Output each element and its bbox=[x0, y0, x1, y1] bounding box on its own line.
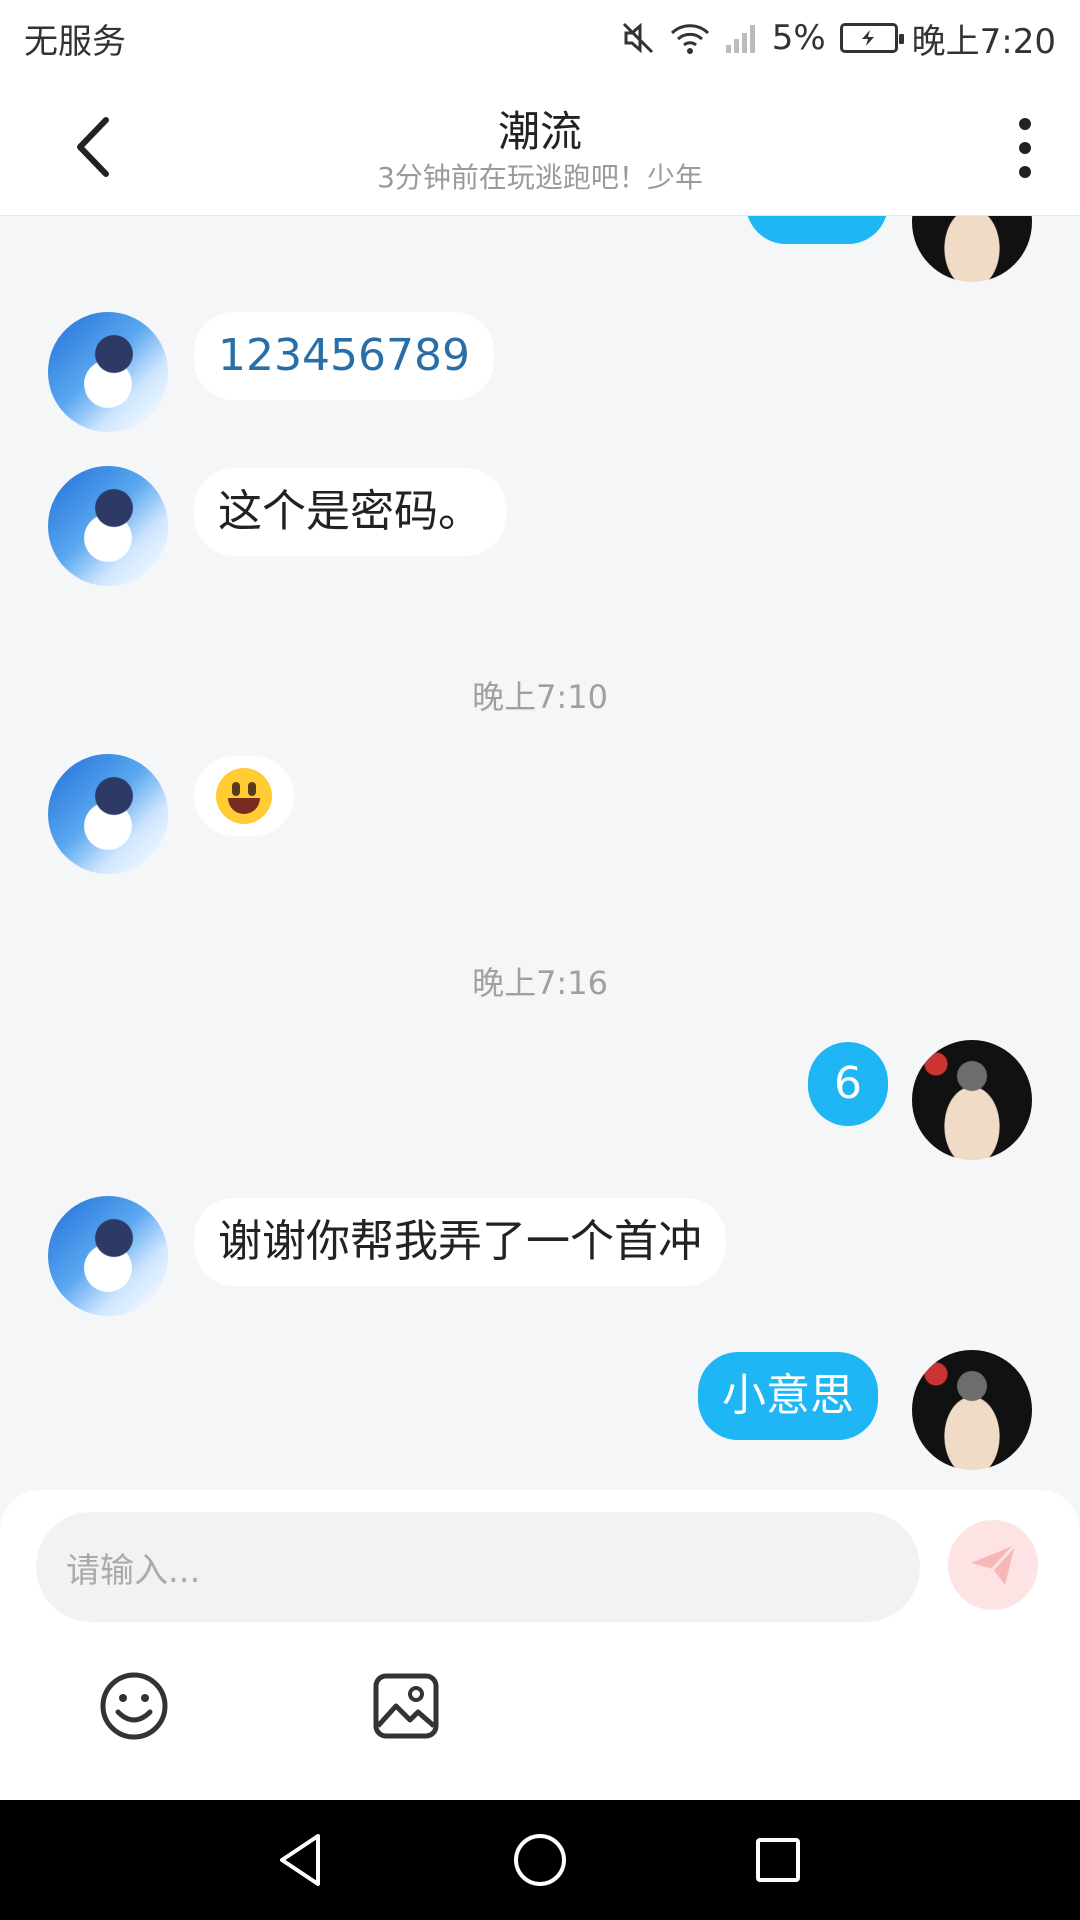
status-bar: 无服务 5% 晚上7:20 bbox=[0, 0, 1080, 76]
chat-header: 潮流 3分钟前在玩逃跑吧！少年 bbox=[0, 76, 1080, 216]
signal-icon bbox=[724, 21, 758, 55]
nav-home-button[interactable] bbox=[510, 1830, 570, 1890]
battery-icon bbox=[839, 23, 904, 53]
message-bubble-outgoing[interactable]: 6 bbox=[808, 1042, 888, 1126]
message-bubble-outgoing[interactable]: 小意思 bbox=[698, 1352, 878, 1440]
nav-recents-button[interactable] bbox=[748, 1830, 808, 1890]
carrier-label: 无服务 bbox=[24, 21, 126, 62]
avatar-contact[interactable] bbox=[48, 312, 168, 432]
avatar-contact[interactable] bbox=[48, 1196, 168, 1316]
emoji-button[interactable] bbox=[98, 1670, 170, 1742]
more-options-button[interactable] bbox=[1010, 118, 1040, 178]
status-time: 晚上7:20 bbox=[911, 21, 1056, 62]
avatar-self[interactable] bbox=[912, 216, 1032, 282]
send-button[interactable] bbox=[948, 1520, 1038, 1610]
paper-plane-icon bbox=[971, 1543, 1017, 1585]
more-dot-icon bbox=[1019, 166, 1031, 178]
image-button[interactable] bbox=[370, 1670, 442, 1742]
timestamp-divider: 晚上7:16 bbox=[472, 964, 608, 1002]
chat-messages[interactable]: 123456789 这个是密码。 晚上7:10 晚上7:16 6 谢谢你帮我弄了… bbox=[0, 216, 1080, 1490]
circle-home-icon bbox=[514, 1834, 566, 1886]
wifi-icon bbox=[670, 21, 710, 55]
contact-name: 潮流 bbox=[497, 107, 582, 156]
avatar-contact[interactable] bbox=[48, 754, 168, 874]
nav-back-button[interactable] bbox=[272, 1830, 332, 1890]
message-bubble-incoming[interactable] bbox=[194, 756, 294, 836]
message-bubble-outgoing-partial[interactable] bbox=[746, 216, 888, 244]
compose-area: 请输入... bbox=[0, 1490, 1080, 1800]
smiley-icon bbox=[100, 1672, 168, 1740]
message-input[interactable]: 请输入... bbox=[36, 1512, 920, 1622]
message-bubble-incoming[interactable]: 123456789 bbox=[194, 312, 494, 400]
more-dot-icon bbox=[1019, 118, 1031, 130]
message-bubble-incoming[interactable]: 谢谢你帮我弄了一个首冲 bbox=[194, 1198, 726, 1286]
avatar-self[interactable] bbox=[912, 1040, 1032, 1160]
avatar-self[interactable] bbox=[912, 1350, 1032, 1470]
status-icons: 5% 晚上7:20 bbox=[620, 14, 1056, 63]
message-bubble-incoming[interactable]: 这个是密码。 bbox=[194, 468, 506, 556]
battery-percent: 5% bbox=[771, 18, 826, 58]
system-nav-bar bbox=[0, 1800, 1080, 1920]
image-icon bbox=[373, 1673, 439, 1739]
contact-status: 3分钟前在玩逃跑吧！少年 bbox=[377, 161, 703, 194]
mute-icon bbox=[620, 20, 656, 56]
square-recents-icon bbox=[756, 1838, 800, 1882]
avatar-contact[interactable] bbox=[48, 466, 168, 586]
timestamp-divider: 晚上7:10 bbox=[472, 678, 608, 716]
more-dot-icon bbox=[1019, 142, 1031, 154]
smiley-emoji-icon bbox=[216, 768, 272, 824]
triangle-back-icon bbox=[280, 1834, 320, 1886]
